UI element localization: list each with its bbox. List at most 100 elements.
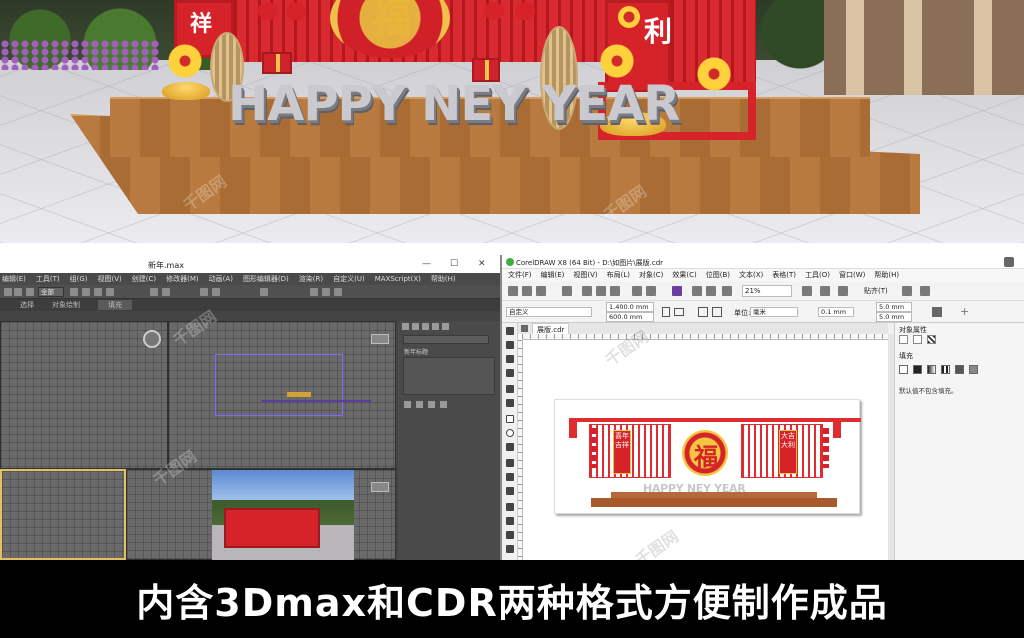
cut-icon[interactable] bbox=[582, 286, 592, 296]
pattern-icon[interactable] bbox=[927, 335, 936, 344]
render-icon[interactable] bbox=[334, 288, 342, 296]
snap-to-dropdown[interactable]: 贴齐(T) bbox=[864, 286, 888, 296]
select-icon[interactable] bbox=[70, 288, 78, 296]
create-tab-icon[interactable] bbox=[402, 323, 409, 330]
document-tab[interactable]: 展版.cdr bbox=[532, 323, 570, 334]
connector-tool-icon[interactable] bbox=[506, 487, 514, 495]
import-icon[interactable] bbox=[692, 286, 702, 296]
menu-item[interactable]: 帮助(H) bbox=[874, 270, 899, 280]
units-dropdown[interactable]: 毫米 bbox=[750, 307, 798, 317]
pick-tool-icon[interactable] bbox=[506, 327, 514, 335]
ellipse-tool-icon[interactable] bbox=[506, 429, 514, 437]
menu-item[interactable]: 效果(C) bbox=[672, 270, 696, 280]
modifier-list[interactable] bbox=[403, 357, 495, 395]
modify-tab-icon[interactable] bbox=[412, 323, 419, 330]
page-setup-icon[interactable] bbox=[932, 307, 942, 317]
print-icon[interactable] bbox=[562, 286, 572, 296]
page-preset-dropdown[interactable]: 自定义 bbox=[506, 307, 592, 317]
move-icon[interactable] bbox=[82, 288, 90, 296]
add-page-icon[interactable]: + bbox=[960, 305, 969, 318]
interactive-fill-icon[interactable] bbox=[506, 545, 514, 553]
duplicate-distance-y[interactable]: 5.0 mm bbox=[876, 312, 912, 322]
texture-fill-icon[interactable] bbox=[969, 365, 978, 374]
ribbon-tab-populate[interactable]: 填充 bbox=[98, 300, 132, 310]
menu-item[interactable]: 对象(C) bbox=[639, 270, 663, 280]
shape-tool-icon[interactable] bbox=[506, 341, 514, 349]
remove-modifier-icon[interactable] bbox=[440, 401, 447, 408]
new-document-icon[interactable] bbox=[508, 286, 518, 296]
portrait-icon[interactable] bbox=[662, 307, 670, 317]
options-gear-icon[interactable] bbox=[902, 286, 912, 296]
home-icon[interactable] bbox=[521, 325, 528, 332]
viewcube-icon[interactable] bbox=[143, 330, 161, 348]
material-editor-icon[interactable] bbox=[310, 288, 318, 296]
menu-item[interactable]: 位图(B) bbox=[706, 270, 730, 280]
ribbon-tab-selection[interactable]: 选择 bbox=[20, 300, 34, 310]
open-icon[interactable] bbox=[522, 286, 532, 296]
bitmap-pattern-icon[interactable] bbox=[955, 365, 964, 374]
zoom-tool-icon[interactable] bbox=[506, 369, 514, 377]
object-name-field[interactable] bbox=[403, 335, 489, 344]
selection-filter-dropdown[interactable]: 全部 bbox=[38, 287, 64, 297]
eyedropper-icon[interactable] bbox=[506, 531, 514, 539]
crop-tool-icon[interactable] bbox=[506, 355, 514, 363]
menu-item[interactable]: 编辑(E) bbox=[2, 274, 26, 284]
show-end-result-icon[interactable] bbox=[416, 401, 423, 408]
layer-icon[interactable] bbox=[260, 288, 268, 296]
artistic-media-icon[interactable] bbox=[506, 399, 514, 407]
rectangle-tool-icon[interactable] bbox=[506, 415, 514, 423]
document-page[interactable]: 喜年吉祥 大吉大利 福 HAPPY NEY YEAR bbox=[554, 399, 861, 514]
no-fill-icon[interactable] bbox=[899, 365, 908, 374]
menu-item[interactable]: 组(G) bbox=[70, 274, 88, 284]
horizontal-ruler[interactable] bbox=[522, 334, 888, 340]
export-icon[interactable] bbox=[706, 286, 716, 296]
menu-item[interactable]: 渲染(R) bbox=[299, 274, 323, 284]
fill-swatch-icon[interactable] bbox=[899, 335, 908, 344]
close-icon[interactable]: ✕ bbox=[478, 259, 486, 269]
viewport-top-right[interactable] bbox=[168, 321, 396, 469]
scale-icon[interactable] bbox=[106, 288, 114, 296]
current-page-icon[interactable] bbox=[712, 307, 722, 317]
vector-pattern-icon[interactable] bbox=[941, 365, 950, 374]
redo-icon[interactable] bbox=[14, 288, 22, 296]
menu-item[interactable]: 视图(V) bbox=[98, 274, 122, 284]
search-content-icon[interactable] bbox=[672, 286, 682, 296]
freehand-tool-icon[interactable] bbox=[506, 385, 514, 393]
undo-icon[interactable] bbox=[4, 288, 12, 296]
menu-item[interactable]: 帮助(H) bbox=[431, 274, 456, 284]
menu-item[interactable]: 窗口(W) bbox=[839, 270, 865, 280]
viewport-bottom-left[interactable] bbox=[0, 469, 126, 560]
motion-tab-icon[interactable] bbox=[432, 323, 439, 330]
drop-shadow-icon[interactable] bbox=[506, 503, 514, 511]
menu-item[interactable]: 编辑(E) bbox=[541, 270, 565, 280]
redo-icon[interactable] bbox=[646, 286, 656, 296]
menu-item[interactable]: 工具(T) bbox=[36, 274, 60, 284]
align-icon[interactable] bbox=[212, 288, 220, 296]
link-icon[interactable] bbox=[26, 288, 34, 296]
parallel-dimension-icon[interactable] bbox=[506, 473, 514, 481]
fountain-fill-icon[interactable] bbox=[927, 365, 936, 374]
menu-item[interactable]: 自定义(U) bbox=[333, 274, 365, 284]
show-rulers-icon[interactable] bbox=[820, 286, 830, 296]
ribbon-tab-object-paint[interactable]: 对象绘制 bbox=[52, 300, 80, 310]
angle-snap-icon[interactable] bbox=[162, 288, 170, 296]
all-pages-icon[interactable] bbox=[698, 307, 708, 317]
menu-item[interactable]: 文件(F) bbox=[508, 270, 532, 280]
show-grid-icon[interactable] bbox=[838, 286, 848, 296]
nudge-distance-field[interactable]: 0.1 mm bbox=[818, 307, 854, 317]
mirror-icon[interactable] bbox=[200, 288, 208, 296]
minimize-icon[interactable]: — bbox=[422, 259, 431, 269]
rotate-icon[interactable] bbox=[94, 288, 102, 296]
transparency-icon[interactable] bbox=[506, 517, 514, 525]
menu-item[interactable]: 工具(O) bbox=[805, 270, 830, 280]
menu-item[interactable]: 布局(L) bbox=[607, 270, 630, 280]
menu-item[interactable]: 创建(C) bbox=[132, 274, 156, 284]
display-tab-icon[interactable] bbox=[442, 323, 449, 330]
pin-stack-icon[interactable] bbox=[404, 401, 411, 408]
viewcube-icon[interactable] bbox=[371, 482, 389, 492]
polygon-tool-icon[interactable] bbox=[506, 443, 514, 451]
menu-item[interactable]: 动画(A) bbox=[209, 274, 233, 284]
menu-item[interactable]: 修改器(M) bbox=[166, 274, 199, 284]
user-icon[interactable] bbox=[1004, 257, 1014, 267]
publish-pdf-icon[interactable] bbox=[722, 286, 732, 296]
